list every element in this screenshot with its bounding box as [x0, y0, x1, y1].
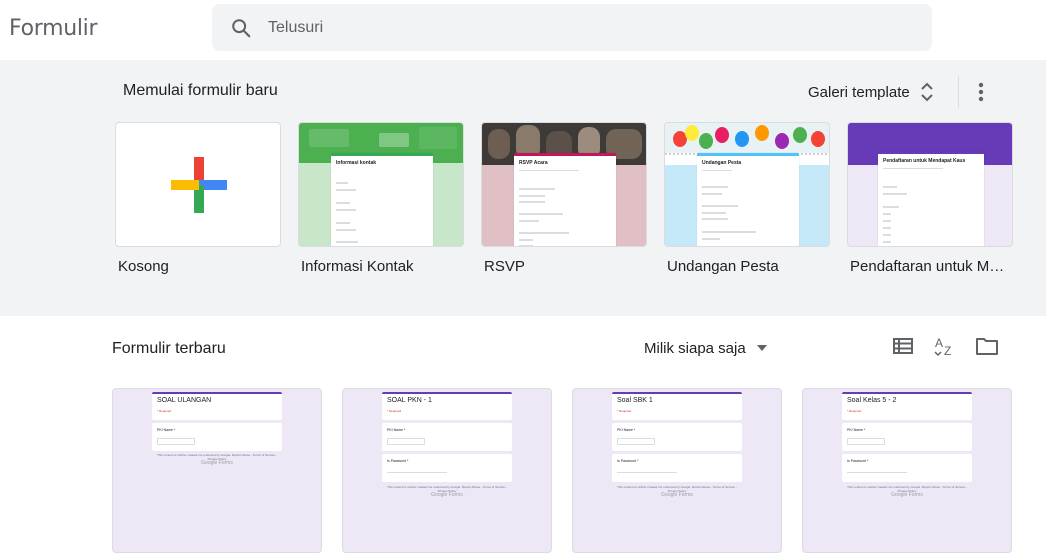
question-select — [847, 438, 885, 445]
recent-form-card[interactable]: SOAL ULANGAN * Required PKI Name * This … — [112, 388, 322, 553]
plus-icon — [171, 157, 227, 213]
template-gallery-button[interactable]: Galeri template — [798, 74, 944, 110]
form-preview-question: Is Password * — [842, 454, 972, 482]
template-label[interactable]: Kosong — [118, 258, 278, 275]
template-thumbnail[interactable]: Pendaftaran untuk Mendapat Kaus — [847, 122, 1013, 247]
form-preview-title: Undangan Pesta — [702, 160, 742, 166]
question-select — [157, 438, 195, 445]
template-gallery-label: Galeri template — [808, 83, 910, 101]
form-preview-question: Is Password * — [382, 454, 512, 482]
template-rsvp[interactable]: RSVP Acara RSVP — [481, 122, 647, 275]
folder-button[interactable] — [971, 330, 1003, 362]
question-label: Is Password * — [847, 459, 869, 463]
form-preview-title: RSVP Acara — [519, 160, 548, 166]
form-preview-header: SOAL PKN - 1 * Required — [382, 392, 512, 420]
form-preview-header: Soal SBK 1 * Required — [612, 392, 742, 420]
gallery-title: Memulai formulir baru — [123, 82, 278, 99]
owner-filter-label: Milik siapa saja — [644, 339, 746, 357]
form-preview: RSVP Acara — [514, 153, 616, 246]
list-view-button[interactable] — [887, 330, 919, 362]
form-preview-question: PKI Name * — [842, 423, 972, 451]
template-label[interactable]: Informasi Kontak — [301, 258, 461, 275]
form-preview-title: Soal SBK 1 — [617, 397, 653, 404]
form-preview-question: PKI Name * — [152, 423, 282, 451]
form-preview-header: Soal Kelas 5 - 2 * Required — [842, 392, 972, 420]
form-preview-question: PKI Name * — [612, 423, 742, 451]
search-bar[interactable] — [212, 4, 932, 51]
form-brand: Google Forms — [891, 492, 923, 498]
form-preview: Pendaftaran untuk Mendapat Kaus — [878, 151, 984, 246]
form-preview: Undangan Pesta — [697, 153, 799, 246]
owner-filter-dropdown[interactable]: Milik siapa saja — [636, 330, 776, 366]
template-tshirt-signup[interactable]: Pendaftaran untuk Mendapat Kaus Pendafta… — [847, 122, 1013, 275]
sort-az-icon: A Z — [934, 336, 951, 357]
template-blank[interactable]: Kosong — [115, 122, 281, 275]
sort-button[interactable]: A Z — [929, 330, 961, 362]
folder-icon — [976, 338, 998, 355]
app-title[interactable]: Formulir — [9, 16, 98, 41]
unfold-icon — [921, 82, 933, 102]
question-label: Is Password * — [617, 459, 639, 463]
form-preview-title: Pendaftaran untuk Mendapat Kaus — [883, 158, 966, 164]
required-note: * Required — [157, 409, 172, 413]
form-preview-title: SOAL ULANGAN — [157, 397, 212, 404]
svg-text:Z: Z — [944, 344, 951, 357]
form-preview-header: SOAL ULANGAN * Required — [152, 392, 282, 420]
recent-forms-title: Formulir terbaru — [112, 340, 226, 357]
form-brand: Google Forms — [431, 492, 463, 498]
list-view-icon — [893, 338, 913, 354]
question-label: PKI Name * — [387, 428, 406, 432]
svg-text:A: A — [935, 336, 943, 350]
template-label[interactable]: RSVP — [484, 258, 644, 275]
template-contact-info[interactable]: Informasi kontak Informasi Kontak — [298, 122, 464, 275]
recent-form-card[interactable]: SOAL PKN - 1 * Required PKI Name * Is Pa… — [342, 388, 552, 553]
question-label: PKI Name * — [617, 428, 636, 432]
form-preview-question: PKI Name * — [382, 423, 512, 451]
question-input — [617, 472, 677, 473]
required-note: * Required — [847, 409, 862, 413]
question-input — [847, 472, 907, 473]
recent-forms: Formulir terbaru Milik siapa saja A Z SO… — [0, 316, 1046, 553]
more-options-button[interactable] — [966, 76, 996, 108]
template-label[interactable]: Undangan Pesta — [667, 258, 827, 275]
template-thumbnail[interactable]: Undangan Pesta — [664, 122, 830, 247]
form-preview-title: Informasi kontak — [336, 160, 377, 166]
question-label: Is Password * — [387, 459, 409, 463]
question-input — [387, 472, 447, 473]
form-preview-title: SOAL PKN - 1 — [387, 397, 432, 404]
question-select — [617, 438, 655, 445]
search-icon[interactable] — [230, 17, 252, 39]
template-gallery: Memulai formulir baru Galeri template Ko… — [0, 60, 1046, 316]
search-input[interactable] — [268, 16, 868, 40]
top-bar: Formulir — [0, 0, 1046, 60]
form-preview-title: Soal Kelas 5 - 2 — [847, 397, 897, 404]
template-label[interactable]: Pendaftaran untuk Me... — [850, 258, 1010, 275]
template-thumbnail[interactable]: RSVP Acara — [481, 122, 647, 247]
divider — [958, 76, 959, 108]
question-label: PKI Name * — [847, 428, 866, 432]
template-thumbnail[interactable]: Informasi kontak — [298, 122, 464, 247]
template-party-invite[interactable]: Undangan Pesta Undangan Pesta — [664, 122, 830, 275]
form-brand: Google Forms — [661, 492, 693, 498]
question-label: PKI Name * — [157, 428, 176, 432]
form-brand: Google Forms — [201, 460, 233, 466]
form-preview: Informasi kontak — [331, 153, 433, 246]
required-note: * Required — [387, 409, 402, 413]
question-select — [387, 438, 425, 445]
recent-form-card[interactable]: Soal SBK 1 * Required PKI Name * Is Pass… — [572, 388, 782, 553]
more-vert-icon — [978, 82, 984, 102]
dropdown-arrow-icon — [756, 345, 767, 351]
required-note: * Required — [617, 409, 632, 413]
template-thumbnail[interactable] — [115, 122, 281, 247]
form-preview-question: Is Password * — [612, 454, 742, 482]
recent-form-card[interactable]: Soal Kelas 5 - 2 * Required PKI Name * I… — [802, 388, 1012, 553]
